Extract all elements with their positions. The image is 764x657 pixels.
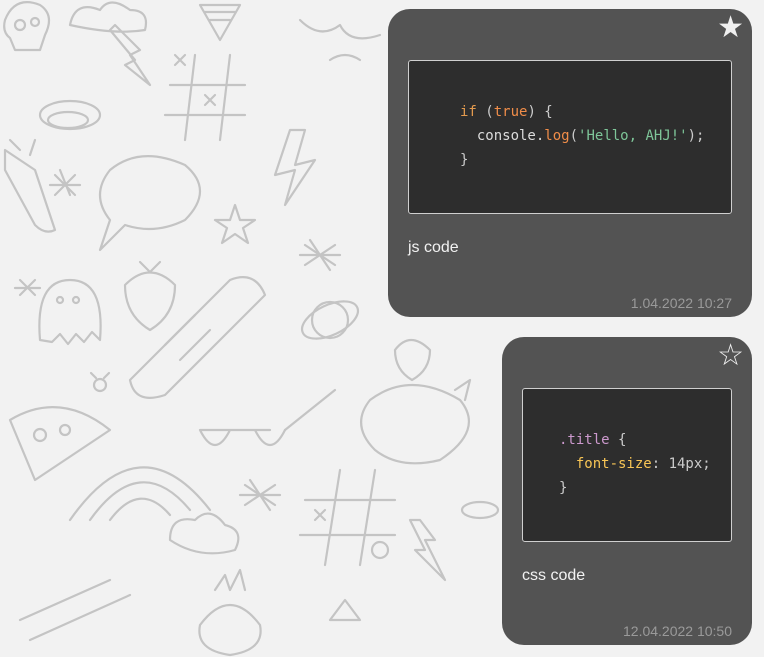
- code-token: log: [544, 128, 570, 144]
- code-token: );: [687, 128, 705, 144]
- star-outline-icon[interactable]: ☆: [717, 341, 744, 371]
- code-line: font-size: 14px;: [559, 452, 731, 476]
- message-timestamp: 12.04.2022 10:50: [623, 623, 732, 639]
- code-line: console.log('Hello, AHJ!');: [460, 124, 731, 148]
- code-line: }: [460, 152, 469, 168]
- code-token: true: [493, 104, 528, 120]
- code-block: if (true) { console.log('Hello, AHJ!');}: [408, 60, 732, 214]
- code-token: font-size: [559, 456, 652, 472]
- message-card: ★ if (true) { console.log('Hello, AHJ!')…: [388, 9, 752, 317]
- code-token: console.: [460, 128, 545, 144]
- message-timestamp: 1.04.2022 10:27: [630, 295, 732, 311]
- code-token: : 14px;: [651, 456, 711, 472]
- code-block: .title { font-size: 14px;}: [522, 388, 732, 542]
- code-token: (: [476, 104, 494, 120]
- code-token: {: [609, 432, 627, 448]
- code-token: if: [460, 104, 477, 120]
- star-filled-icon[interactable]: ★: [717, 13, 744, 43]
- code-token: (: [569, 128, 579, 144]
- code-token: 'Hello, AHJ!': [578, 128, 688, 144]
- code-line: }: [559, 480, 568, 496]
- code-token: .title: [559, 432, 610, 448]
- code-line: if (true) {: [460, 100, 731, 124]
- message-card: ☆ .title { font-size: 14px;} css code 12…: [502, 337, 752, 645]
- message-text: css code: [522, 567, 586, 584]
- code-token: ) {: [527, 104, 553, 120]
- message-text: js code: [408, 239, 459, 256]
- code-line: .title {: [559, 428, 731, 452]
